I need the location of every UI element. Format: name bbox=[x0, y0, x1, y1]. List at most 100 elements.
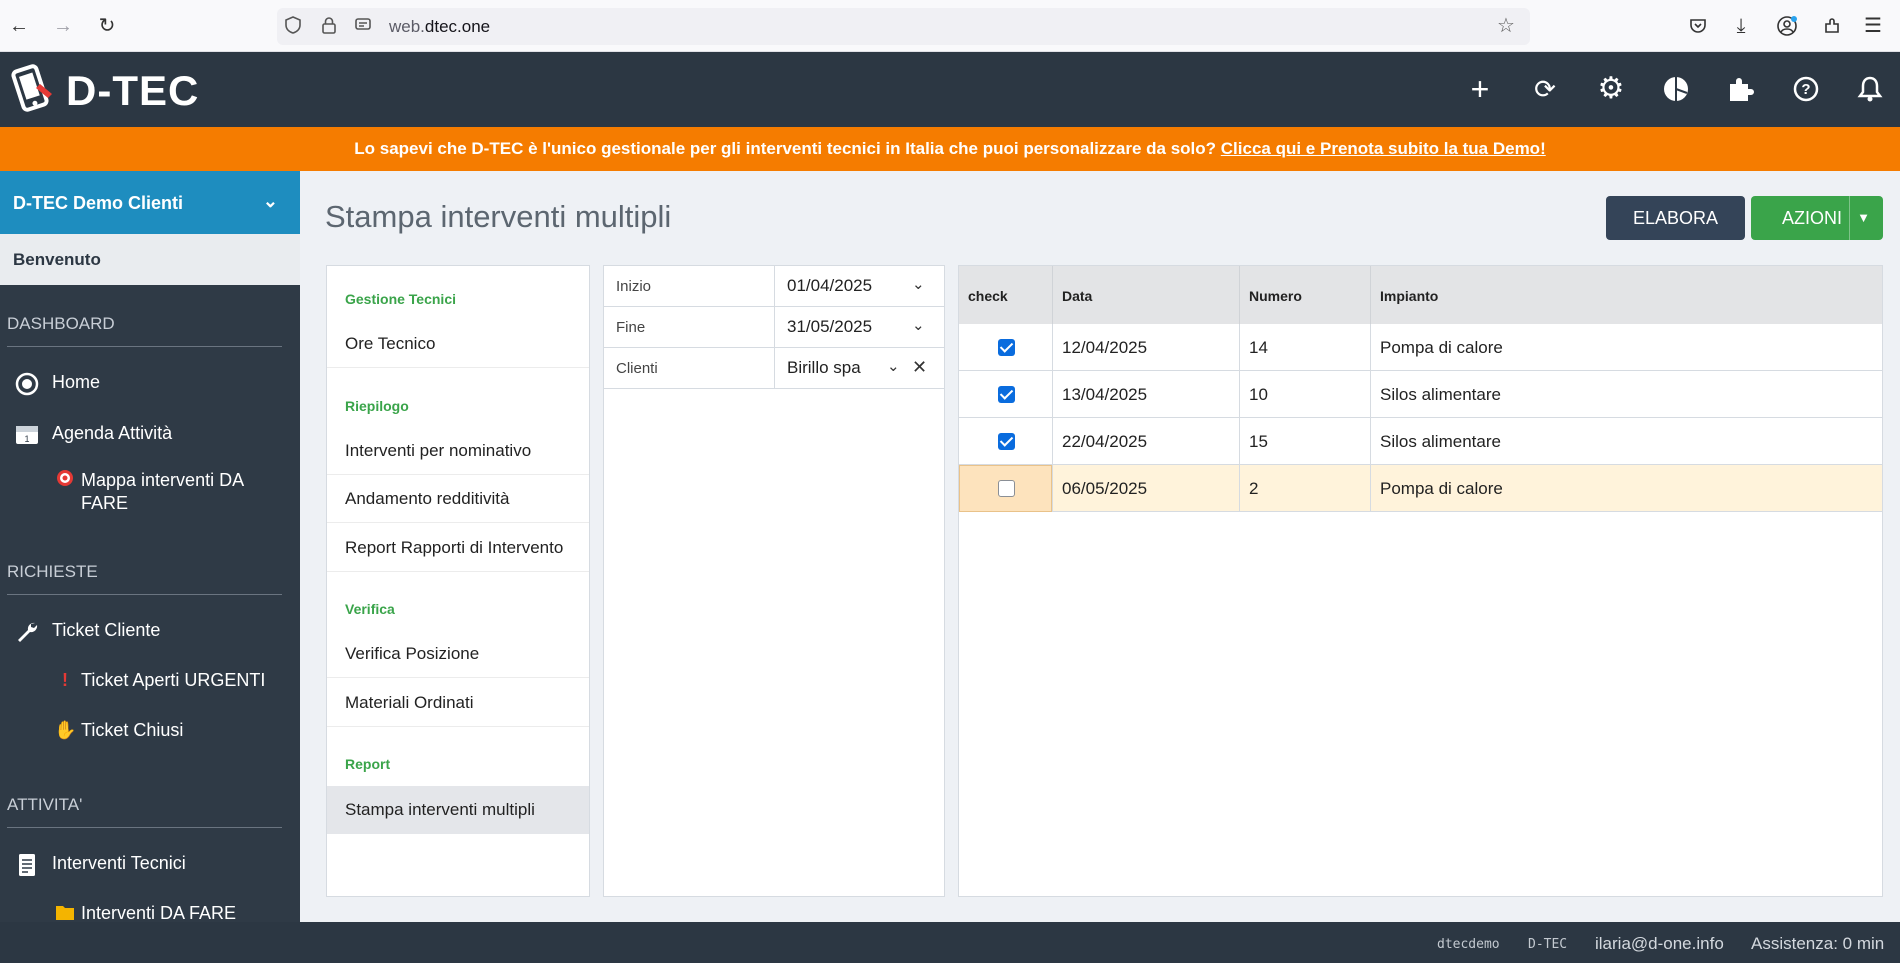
table-row[interactable]: 22/04/2025 15 Silos alimentare bbox=[959, 418, 1882, 465]
bell-icon[interactable] bbox=[1853, 72, 1887, 106]
sidebar: D-TEC Demo Clienti ⌄ Benvenuto DASHBOARD… bbox=[0, 171, 300, 922]
inizio-date-field[interactable]: 01/04/2025 bbox=[787, 276, 872, 296]
table-row[interactable]: 12/04/2025 14 Pompa di calore bbox=[959, 324, 1882, 371]
divider bbox=[774, 266, 775, 307]
cell-numero: 2 bbox=[1240, 465, 1371, 512]
radio-icon bbox=[14, 372, 40, 401]
column-header-check[interactable]: check bbox=[959, 266, 1053, 324]
menu-item-interventi-nominativo[interactable]: Interventi per nominativo bbox=[327, 427, 589, 475]
welcome-label: Benvenuto bbox=[0, 234, 300, 285]
menu-heading-verifica: Verifica bbox=[345, 601, 395, 617]
wrench-icon bbox=[14, 620, 40, 649]
cell-data: 06/05/2025 bbox=[1053, 465, 1240, 512]
lock-icon[interactable] bbox=[319, 16, 339, 36]
download-icon[interactable]: ⤓ bbox=[1728, 13, 1754, 39]
sidebar-item-label: Ticket Chiusi bbox=[81, 720, 184, 740]
inizio-label: Inizio bbox=[616, 278, 652, 295]
menu-item-materiali[interactable]: Materiali Ordinati bbox=[327, 679, 589, 727]
cell-data: 12/04/2025 bbox=[1053, 324, 1240, 371]
section-dashboard: DASHBOARD bbox=[7, 314, 282, 347]
column-header-impianto[interactable]: Impianto bbox=[1371, 266, 1882, 324]
extensions-icon[interactable] bbox=[1819, 13, 1845, 39]
report-menu: Gestione Tecnici Ore Tecnico Riepilogo I… bbox=[326, 265, 590, 897]
table-row[interactable]: 13/04/2025 10 Silos alimentare bbox=[959, 371, 1882, 418]
account-icon[interactable] bbox=[1774, 13, 1800, 39]
url-domain: dtec.one bbox=[424, 17, 491, 36]
sidebar-item-label: Interventi Tecnici bbox=[52, 853, 186, 873]
section-attivita: ATTIVITA' bbox=[7, 795, 282, 828]
filter-clienti: Clienti Birillo spa ⌄ ✕ bbox=[604, 348, 944, 389]
menu-item-ore-tecnico[interactable]: Ore Tecnico bbox=[327, 320, 589, 368]
row-check-cell bbox=[959, 324, 1053, 371]
row-checkbox[interactable] bbox=[998, 433, 1015, 450]
row-checkbox[interactable] bbox=[998, 480, 1015, 497]
interventions-table: check Data Numero Impianto 12/04/2025 14… bbox=[958, 265, 1883, 897]
page-info-icon[interactable] bbox=[353, 16, 373, 36]
cell-impianto: Pompa di calore bbox=[1380, 479, 1503, 498]
user-email[interactable]: ilaria@d-one.info bbox=[1595, 934, 1724, 954]
caret-down-icon[interactable]: ▼ bbox=[1849, 196, 1877, 240]
url-prefix: web. bbox=[389, 17, 425, 36]
bookmark-star-icon[interactable]: ☆ bbox=[1496, 16, 1516, 36]
cell-impianto: Pompa di calore bbox=[1380, 338, 1503, 357]
page-title: Stampa interventi multipli bbox=[325, 199, 672, 234]
section-richieste: RICHIESTE bbox=[7, 562, 282, 595]
filter-fine: Fine 31/05/2025 ⌄ bbox=[604, 307, 944, 348]
menu-heading-report: Report bbox=[345, 756, 391, 772]
url-text[interactable]: web.dtec.one bbox=[389, 17, 490, 37]
clienti-select[interactable]: Birillo spa bbox=[787, 358, 861, 378]
pocket-icon[interactable] bbox=[1685, 13, 1711, 39]
shield-icon[interactable] bbox=[283, 16, 303, 36]
app-name: D-TEC bbox=[1528, 937, 1568, 952]
promo-demo-link[interactable]: Clicca qui e Prenota subito la tua Demo! bbox=[1221, 139, 1546, 158]
menu-icon[interactable]: ☰ bbox=[1860, 13, 1886, 39]
sidebar-item-label: Interventi DA FARE bbox=[81, 903, 237, 922]
cell-numero: 10 bbox=[1240, 371, 1371, 418]
menu-item-stampa[interactable]: Stampa interventi multipli bbox=[327, 786, 589, 834]
sidebar-item-label: Home bbox=[52, 372, 101, 392]
filter-panel: Inizio 01/04/2025 ⌄ Fine 31/05/2025 ⌄ Cl… bbox=[603, 265, 945, 897]
azioni-button[interactable]: AZIONI ▼ bbox=[1751, 196, 1883, 240]
sidebar-item-label: Mappa interventi DA FARE bbox=[81, 470, 244, 513]
logo-text[interactable]: D-TEC bbox=[66, 67, 199, 115]
elabora-button[interactable]: ELABORA bbox=[1606, 196, 1745, 240]
divider bbox=[774, 307, 775, 348]
back-icon[interactable]: ← bbox=[6, 13, 32, 39]
column-header-numero[interactable]: Numero bbox=[1240, 266, 1371, 324]
menu-item-report-rapporti[interactable]: Report Rapporti di Intervento bbox=[327, 524, 589, 572]
menu-item-andamento[interactable]: Andamento redditività bbox=[327, 475, 589, 523]
plus-icon[interactable]: + bbox=[1463, 72, 1497, 106]
chevron-down-icon[interactable]: ⌄ bbox=[912, 275, 925, 293]
fine-date-field[interactable]: 31/05/2025 bbox=[787, 317, 872, 337]
user-code: dtecdemo bbox=[1437, 937, 1500, 952]
puzzle-icon[interactable] bbox=[1724, 72, 1758, 106]
ok-hand-icon: ✋ bbox=[54, 720, 77, 740]
row-checkbox[interactable] bbox=[998, 339, 1015, 356]
row-checkbox[interactable] bbox=[998, 386, 1015, 403]
help-icon[interactable]: ? bbox=[1789, 72, 1823, 106]
table-row[interactable]: 06/05/2025 2 Pompa di calore bbox=[959, 465, 1882, 512]
forward-icon[interactable]: → bbox=[50, 13, 76, 39]
pie-chart-icon[interactable] bbox=[1659, 72, 1693, 106]
account-selector[interactable]: D-TEC Demo Clienti ⌄ bbox=[0, 171, 300, 234]
reload-icon[interactable]: ↻ bbox=[94, 13, 120, 39]
promo-banner: Lo sapevi che D-TEC è l'unico gestionale… bbox=[0, 127, 1900, 171]
cell-numero: 15 bbox=[1240, 418, 1371, 465]
column-header-data[interactable]: Data bbox=[1053, 266, 1240, 324]
svg-text:1: 1 bbox=[24, 434, 29, 444]
sidebar-item-mappa[interactable]: Mappa interventi DA FARE bbox=[0, 469, 300, 517]
browser-toolbar: ← → ↻ web.dtec.one ☆ ⤓ ☰ bbox=[0, 0, 1900, 52]
chevron-down-icon[interactable]: ⌄ bbox=[912, 316, 925, 334]
document-icon bbox=[14, 853, 40, 882]
assistenza-timer: Assistenza: 0 min bbox=[1751, 934, 1885, 953]
svg-text:?: ? bbox=[1801, 81, 1810, 98]
address-bar[interactable]: web.dtec.one ☆ bbox=[277, 8, 1530, 45]
chevron-down-icon[interactable]: ⌄ bbox=[887, 357, 900, 375]
sync-icon[interactable]: ⟳ bbox=[1528, 72, 1562, 106]
cell-data: 22/04/2025 bbox=[1053, 418, 1240, 465]
menu-item-verifica-posizione[interactable]: Verifica Posizione bbox=[327, 630, 589, 678]
clear-icon[interactable]: ✕ bbox=[912, 357, 927, 378]
sidebar-item-label: Ticket Cliente bbox=[52, 620, 161, 640]
clienti-label: Clienti bbox=[616, 360, 658, 377]
gear-icon[interactable]: ⚙ bbox=[1594, 72, 1628, 106]
